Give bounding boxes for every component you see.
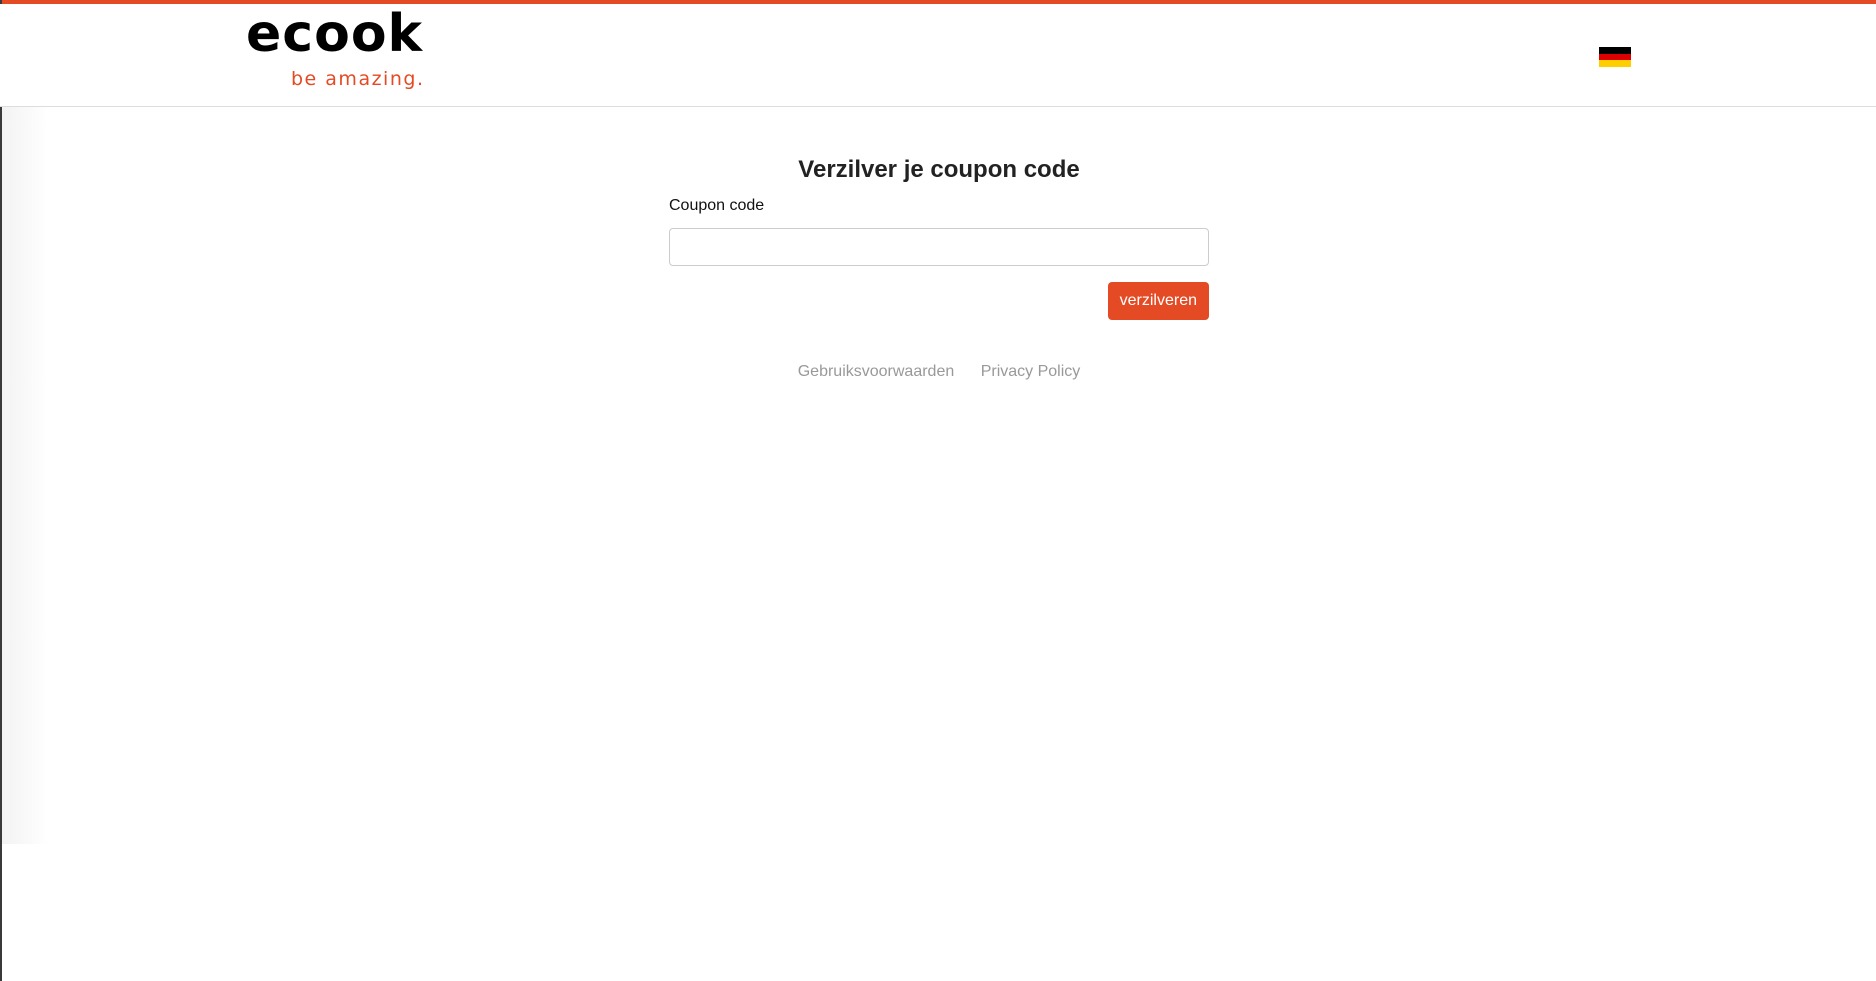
button-row: verzilveren	[669, 282, 1209, 320]
coupon-code-input[interactable]	[669, 228, 1209, 266]
footer-links: Gebruiksvoorwaarden Privacy Policy	[669, 363, 1209, 381]
coupon-code-label: Coupon code	[669, 197, 765, 214]
german-flag-icon[interactable]	[1599, 47, 1631, 67]
logo-tagline: be amazing.	[291, 68, 425, 90]
site-header: ecook be amazing.	[0, 4, 1876, 107]
window-left-edge	[0, 0, 2, 981]
page-title: Verzilver je coupon code	[798, 156, 1080, 183]
privacy-policy-link[interactable]: Privacy Policy	[981, 363, 1081, 380]
flag-stripe-black	[1599, 47, 1631, 54]
ecook-logo[interactable]: ecook be amazing.	[246, 8, 451, 94]
terms-link[interactable]: Gebruiksvoorwaarden	[798, 363, 955, 380]
flag-stripe-gold	[1599, 60, 1631, 67]
redeem-button[interactable]: verzilveren	[1107, 282, 1209, 320]
coupon-form: Verzilver je coupon code Coupon code ver…	[669, 150, 1209, 320]
left-shadow	[0, 4, 48, 844]
flag-stripe-red	[1599, 53, 1631, 61]
logo-wordmark: ecook	[246, 4, 424, 64]
page: ecook be amazing. Verzilver je coupon co…	[0, 0, 1876, 981]
